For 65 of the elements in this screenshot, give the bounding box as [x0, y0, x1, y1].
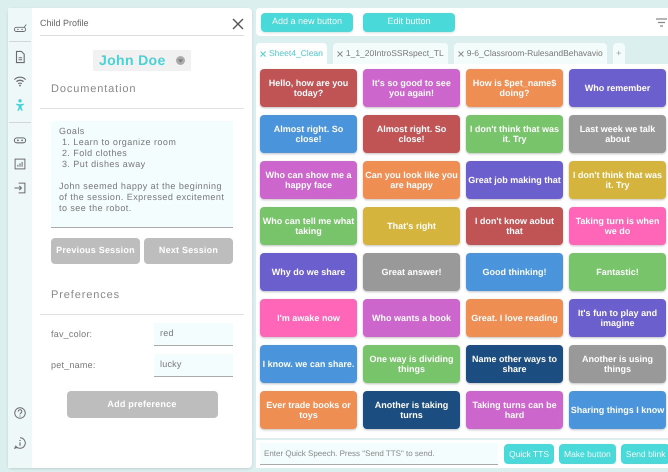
login-icon[interactable]: [13, 181, 27, 195]
tab-label[interactable]: 9-6_Classroom-RulesandBehavavio: [466, 47, 603, 60]
speech-button[interactable]: It's fun to play and imagine: [569, 299, 666, 337]
speech-button[interactable]: Fantastic!: [569, 253, 666, 291]
section-heading: Preferences: [51, 289, 120, 301]
wifi-icon[interactable]: [13, 74, 27, 88]
speech-button[interactable]: Almost right. So close!: [260, 115, 357, 153]
help-icon[interactable]: [13, 406, 27, 420]
quick-action-button[interactable]: Send blink: [620, 444, 668, 464]
speech-button[interactable]: Great job making that: [466, 161, 563, 199]
speech-button[interactable]: I don't think that was it. Try: [569, 161, 666, 199]
speech-button[interactable]: Name other ways to share: [466, 345, 563, 383]
speech-button[interactable]: Almost right. So close!: [363, 115, 460, 153]
speech-button[interactable]: Who remember: [569, 69, 666, 107]
preference-label: fav_color:: [51, 328, 94, 341]
tab[interactable]: 1_1_20IntroSSRspect_TL: [332, 43, 448, 64]
document-icon[interactable]: [13, 50, 27, 64]
speech-button[interactable]: I'm awake now: [260, 299, 357, 337]
speech-button[interactable]: One way is dividing things: [363, 345, 460, 383]
speech-button[interactable]: Taking turn is when we do: [569, 207, 666, 245]
close-button[interactable]: [232, 18, 244, 30]
speech-button[interactable]: That's right: [363, 207, 460, 245]
panel-title: Child Profile: [40, 16, 89, 30]
tab[interactable]: Sheet4_Clean: [256, 43, 327, 64]
speech-button[interactable]: Can you look like you are happy: [363, 161, 460, 199]
speech-button[interactable]: Last week we talk about: [569, 115, 666, 153]
speech-button[interactable]: Another is using things: [569, 345, 666, 383]
child-selector[interactable]: John Doe: [93, 50, 191, 71]
toolbar-button[interactable]: Add a new button: [261, 12, 353, 32]
preference-field[interactable]: lucky: [154, 354, 233, 377]
speech-button[interactable]: Who can tell me what taking: [260, 207, 357, 245]
quick-action-button[interactable]: Make button: [559, 444, 616, 464]
speech-button[interactable]: Sharing things I know: [569, 391, 666, 429]
section-heading: Documentation: [51, 83, 136, 95]
tab-label[interactable]: 1_1_20IntroSSRspect_TL: [346, 47, 444, 60]
documentation-textarea[interactable]: Goals 1. Learn to organize room 2. Fold clothes 3. Put dishes away John seemed happy at the beginning of the session. Expressed excitement to see the robot.: [51, 121, 233, 228]
speech-button[interactable]: Hello, how are you today?: [260, 69, 357, 107]
add-tab-button[interactable]: +: [612, 43, 625, 64]
close-icon[interactable]: [458, 50, 464, 56]
speech-button[interactable]: Another is taking turns: [363, 391, 460, 429]
speech-button[interactable]: I know. we can share.: [260, 345, 357, 383]
speech-button[interactable]: It's so good to see you again!: [363, 69, 460, 107]
preference-field[interactable]: red: [154, 323, 233, 346]
speech-button[interactable]: I don't know aobut that: [466, 207, 563, 245]
tab[interactable]: 9-6_Classroom-RulesandBehavavio: [454, 43, 607, 64]
tab-label[interactable]: Sheet4_Clean: [269, 47, 323, 60]
toolbar-button[interactable]: Edit button: [363, 12, 455, 32]
speech-button[interactable]: Ever trade books or toys: [260, 391, 357, 429]
dropdown-icon[interactable]: [176, 56, 185, 65]
speech-button[interactable]: Who wants a book: [363, 299, 460, 337]
preference-label: pet_name:: [51, 358, 97, 372]
speech-button[interactable]: Taking turns can be hard: [466, 391, 563, 429]
close-icon[interactable]: [336, 50, 343, 56]
chart-icon[interactable]: [13, 157, 27, 171]
speech-button[interactable]: Good thinking!: [466, 253, 563, 291]
quick-speech-field[interactable]: Enter Quick Speech. Press "Send TTS" to send.: [260, 443, 498, 465]
speech-button[interactable]: I don't think that was it. Try: [466, 115, 563, 153]
speech-button[interactable]: Who can show me a happy face: [260, 161, 357, 199]
info-icon[interactable]: [13, 436, 27, 450]
filter-icon[interactable]: [656, 18, 668, 26]
speech-button[interactable]: Great. I love reading: [466, 299, 563, 337]
speech-button[interactable]: Why do we share: [260, 253, 357, 291]
speech-button[interactable]: Great answer!: [363, 253, 460, 291]
quick-action-button[interactable]: Quick TTS: [504, 444, 554, 464]
speech-button[interactable]: How is $pet_name$ doing?: [466, 69, 563, 107]
